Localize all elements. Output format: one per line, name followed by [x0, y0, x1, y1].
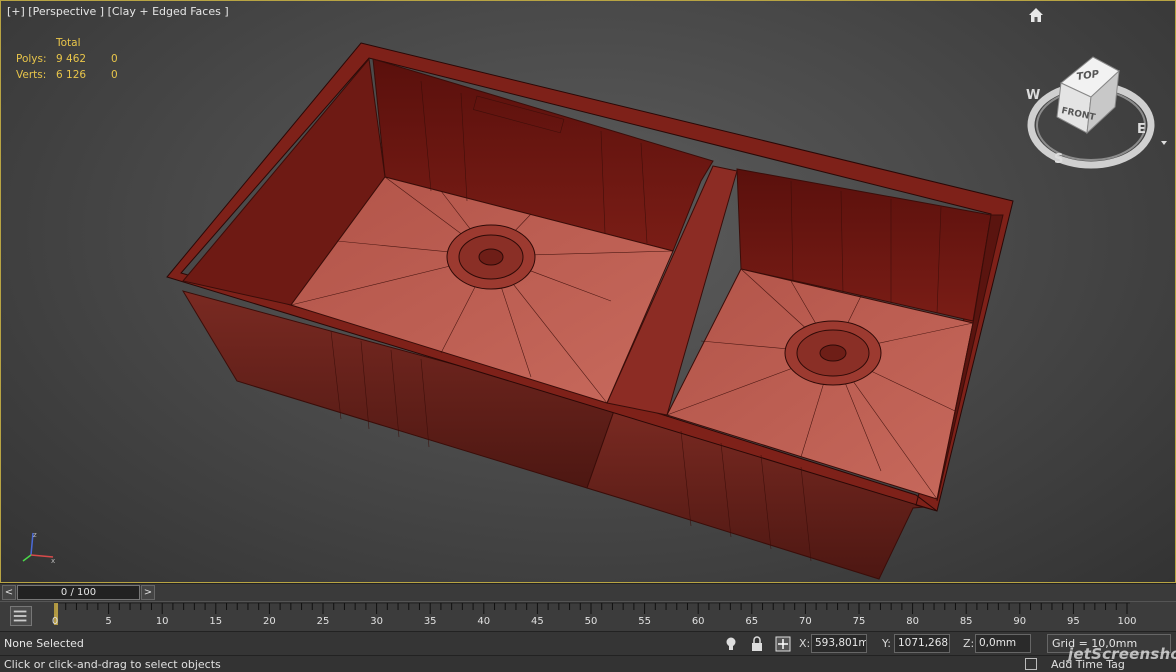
- prompt-text: Click or click-and-drag to select object…: [4, 658, 221, 671]
- stats-polys-value: 9 462: [56, 53, 87, 65]
- home-icon[interactable]: [1028, 7, 1044, 23]
- stats-verts-value: 6 126: [56, 69, 87, 81]
- y-coordinate-field[interactable]: 1071,268mm: [894, 634, 950, 653]
- ruler-tick-label: 25: [316, 616, 330, 627]
- absolute-mode-transform-icon[interactable]: [775, 636, 791, 652]
- lock-selection-icon[interactable]: [749, 636, 765, 652]
- ruler-tick-label: 100: [1117, 616, 1137, 627]
- stats-polys-selected: 0: [111, 53, 118, 65]
- ruler-tick-label: 10: [155, 616, 169, 627]
- time-slider-next-button[interactable]: >: [141, 585, 155, 600]
- svg-text:z: z: [33, 531, 37, 539]
- y-coordinate-label: Y:: [882, 637, 891, 650]
- selection-status: None Selected: [4, 637, 84, 650]
- ruler-tick-label: 40: [477, 616, 491, 627]
- ruler-tick-label: 70: [799, 616, 812, 627]
- prompt-line: Click or click-and-drag to select object…: [0, 655, 1176, 672]
- ruler-tick-label: 35: [423, 616, 437, 627]
- ruler-tick-label: 15: [209, 616, 223, 627]
- ruler-tick-label: 50: [584, 616, 598, 627]
- z-coordinate-label: Z:: [963, 637, 975, 650]
- ruler-tick-label: 90: [1013, 616, 1027, 627]
- curve-editor-icon: [13, 610, 27, 622]
- time-slider-thumb[interactable]: 0 / 100: [17, 585, 140, 600]
- stats-header: Total: [56, 37, 81, 49]
- svg-text:x: x: [51, 557, 55, 565]
- ruler-tick-label: 45: [531, 616, 544, 627]
- ruler-tick-label: 95: [1067, 616, 1080, 627]
- time-slider: < 0 / 100 >: [0, 583, 1176, 601]
- sink-model[interactable]: [1, 1, 1176, 583]
- time-tag-icon[interactable]: [1025, 658, 1037, 670]
- ruler-tick-label: 80: [906, 616, 919, 627]
- ruler-tick-label: 65: [745, 616, 759, 627]
- time-slider-prev-button[interactable]: <: [2, 585, 16, 600]
- svg-text:S: S: [1054, 152, 1063, 167]
- ruler-tick-label: 75: [852, 616, 866, 627]
- stats-verts-selected: 0: [111, 69, 118, 81]
- stats-polys-label: Polys:: [16, 53, 47, 65]
- status-bar: None Selected X: 593,801mm Y: 1071,268mm…: [0, 631, 1176, 655]
- watermark: jetScreenshot: [1068, 645, 1176, 663]
- ruler-tick-label: 20: [263, 616, 276, 627]
- svg-text:W: W: [1026, 88, 1040, 103]
- stats-row-verts: Verts: 6 126 0: [16, 67, 131, 83]
- stats-verts-label: Verts:: [16, 69, 47, 81]
- trackbar: 0 5 10 15 20 25 30 35 40 45 50 55 60 65 70 75 80 85 90 95 10…: [0, 601, 1176, 631]
- viewcube[interactable]: W E S TOP FRONT: [1021, 53, 1171, 173]
- x-coordinate-label: X:: [799, 637, 811, 650]
- ruler-tick-label: 0: [51, 616, 59, 627]
- ruler-tick-label: 85: [959, 616, 973, 627]
- ruler-tick-label: 55: [638, 616, 651, 627]
- ruler-tick-label: 5: [105, 616, 112, 627]
- statistics-overlay: Total Polys: 9 462 0 Verts: 6 126 0: [16, 35, 131, 83]
- axis-tripod-icon: z x: [22, 531, 55, 565]
- trackbar-ruler[interactable]: 0 5 10 15 20 25 30 35 40 45 50 55 60 65 70 75 80 85 90 95 10…: [51, 602, 1137, 632]
- ruler-tick-label: 60: [691, 616, 705, 627]
- perspective-viewport[interactable]: [+] [Perspective ] [Clay + Edged Faces ]…: [0, 0, 1176, 583]
- z-coordinate-field[interactable]: 0,0mm: [975, 634, 1031, 653]
- svg-text:E: E: [1137, 122, 1146, 137]
- stats-row-polys: Polys: 9 462 0: [16, 51, 131, 67]
- curve-editor-button[interactable]: [10, 606, 32, 626]
- viewport-label[interactable]: [+] [Perspective ] [Clay + Edged Faces ]: [7, 5, 229, 18]
- ruler-tick-label: 30: [370, 616, 383, 627]
- x-coordinate-field[interactable]: 593,801mm: [811, 634, 867, 653]
- isolate-bulb-icon[interactable]: [723, 636, 739, 652]
